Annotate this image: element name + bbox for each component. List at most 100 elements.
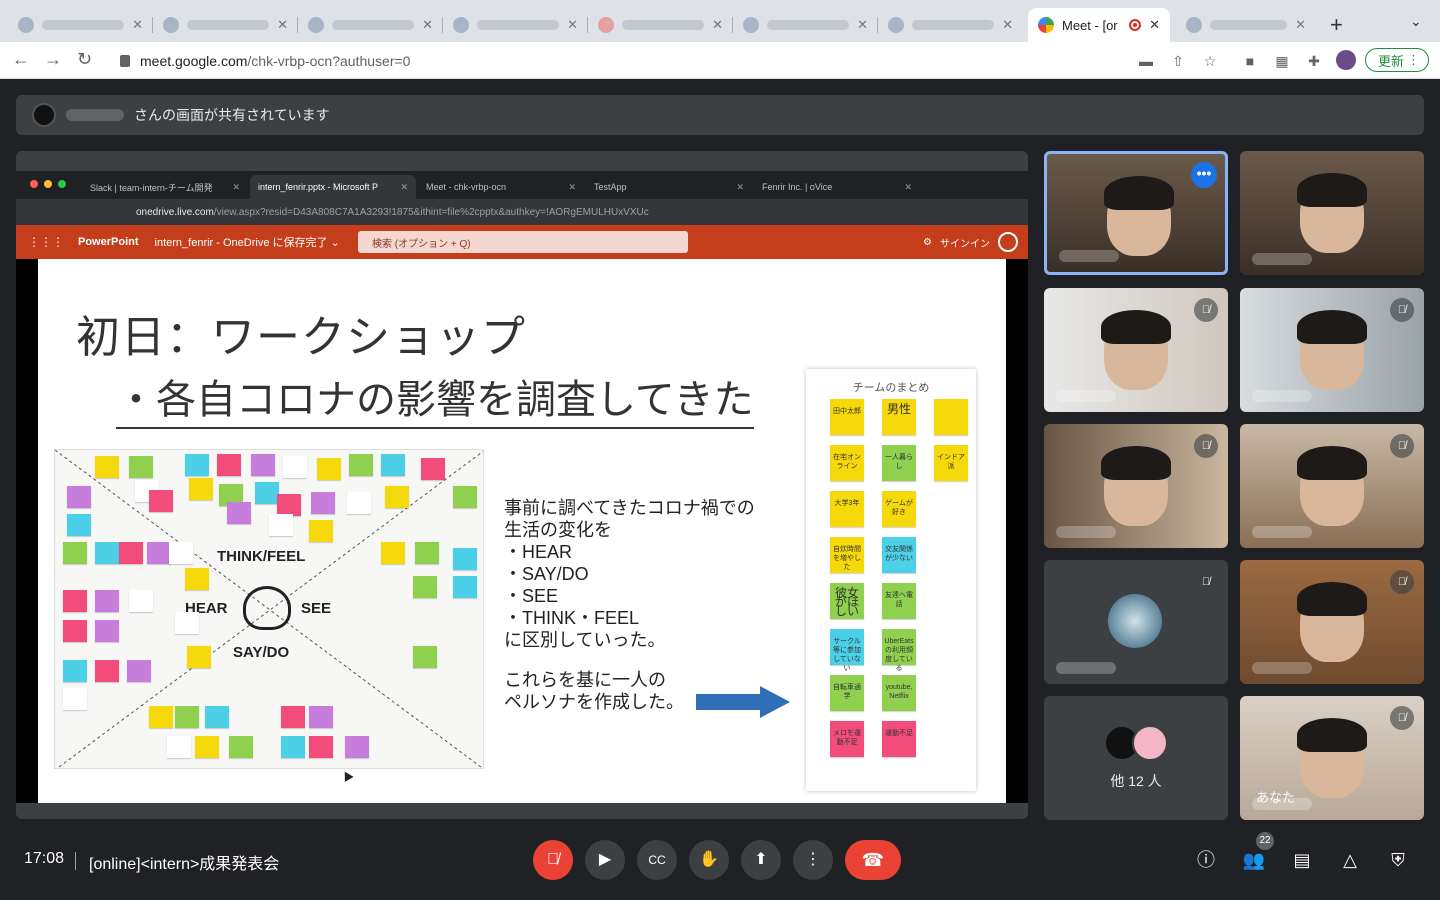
share-icon[interactable]: ⇧ (1170, 53, 1186, 69)
close-tab-icon[interactable]: ✕ (567, 17, 578, 33)
mic-muted-icon: 🎙̸ (1390, 706, 1414, 730)
browser-tab[interactable]: ✕ (8, 8, 153, 42)
participant-tile[interactable]: 🎙̸ あなた (1240, 696, 1424, 820)
menu-kebab-icon: ⋮ (1407, 52, 1420, 67)
new-tab-button[interactable]: + (1330, 12, 1343, 38)
participant-tile[interactable]: 🎙̸ (1044, 424, 1228, 548)
present-icon[interactable]: ⬆ (741, 840, 781, 880)
team-sticky-note (934, 399, 968, 435)
camera-icon[interactable]: ▶ (585, 840, 625, 880)
bookmark-star-icon[interactable]: ☆ (1202, 53, 1218, 69)
sticky-note (63, 542, 87, 564)
sticky-note (227, 502, 251, 524)
participant-tile[interactable]: 他 12 人 (1044, 696, 1228, 820)
sticky-note (381, 542, 405, 564)
slide-subtitle: ・各自コロナの影響を調査してきた (116, 367, 754, 429)
close-tab-icon[interactable]: ✕ (857, 17, 868, 33)
sticky-note (185, 454, 209, 476)
close-tab-icon[interactable]: ✕ (132, 17, 143, 33)
mic-muted-icon: 🎙̸ (1194, 570, 1218, 594)
close-tab-icon[interactable]: ✕ (712, 17, 723, 33)
chat-icon[interactable]: ▤ (1290, 848, 1314, 872)
browser-tab[interactable]: ✕ (588, 8, 733, 42)
raise-hand-icon[interactable]: ✋ (689, 840, 729, 880)
team-sticky-note: 在宅オンライン (830, 445, 864, 481)
sticky-note (149, 490, 173, 512)
participant-tile[interactable]: 🎙̸ (1044, 560, 1228, 684)
tab-search-button[interactable]: ⌄ (1410, 13, 1422, 30)
mic-off-icon[interactable]: 🎙̸ (533, 840, 573, 880)
participant-tile[interactable]: 🎙̸ (1240, 560, 1424, 684)
update-button[interactable]: 更新 ⋮ (1365, 48, 1429, 72)
favicon-icon (888, 17, 904, 33)
sticky-note (453, 548, 477, 570)
sticky-note (413, 576, 437, 598)
sticky-note (167, 736, 191, 758)
favicon-icon (308, 17, 324, 33)
camera-permission-icon[interactable]: ▬ (1138, 53, 1154, 69)
clock: 17:08 (24, 850, 65, 867)
close-tab-icon[interactable]: ✕ (1002, 17, 1013, 33)
end-call-icon[interactable]: ☎ (845, 840, 901, 880)
slide: 初日：ワークショップ ・各自コロナの影響を調査してきた THINK/FEEL H… (38, 259, 1006, 803)
meet-favicon-icon (1038, 17, 1054, 33)
back-icon[interactable]: ← (12, 49, 30, 70)
participant-name-blurred (1252, 253, 1312, 265)
team-sticky-note: 運動不足 (882, 721, 916, 757)
sticky-note (149, 706, 173, 728)
participant-tile[interactable]: 🎙̸ (1240, 424, 1424, 548)
close-tab-icon[interactable]: ✕ (1295, 17, 1306, 33)
url-text: meet.google.com/chk-vrbp-ocn?authuser=0 (140, 52, 411, 69)
extension-grid-icon[interactable]: ▦ (1274, 53, 1290, 69)
participant-tile[interactable]: ••• (1044, 151, 1228, 275)
sticky-note (229, 736, 253, 758)
browser-tab[interactable]: ✕ (878, 8, 1023, 42)
close-tab-icon[interactable]: ✕ (422, 17, 433, 33)
tab-title: Meet - [or (1062, 17, 1118, 33)
more-icon[interactable]: ⋮ (793, 840, 833, 880)
activities-icon[interactable]: △ (1338, 848, 1362, 872)
tile-options-button[interactable]: ••• (1191, 162, 1217, 188)
participant-tile[interactable]: 🎙̸ (1044, 288, 1228, 412)
extensions-puzzle-icon[interactable]: ✚ (1306, 53, 1322, 69)
close-tab-icon[interactable]: ✕ (1149, 17, 1160, 33)
sticky-note (119, 542, 143, 564)
participant-name: あなた (1256, 790, 1296, 805)
team-summary-board: チームのまとめ 田中太郎 男性 在宅オンライン 一人暮らし インドア派 大学3年 ゲームが好… (806, 369, 976, 791)
sticky-note (175, 612, 199, 634)
participant-tile[interactable]: 🎙̸ (1240, 288, 1424, 412)
brain-icon (243, 586, 291, 630)
shared-tab: Slack | team-intern-チーム開発 ✕ (90, 181, 240, 193)
people-icon[interactable]: 👥 (1242, 848, 1266, 872)
sticky-note (251, 454, 275, 476)
address-bar[interactable]: meet.google.com/chk-vrbp-ocn?authuser=0 (108, 46, 1228, 75)
host-controls-icon[interactable]: ⛨ (1386, 848, 1410, 872)
team-sticky-note: 田中太郎 (830, 399, 864, 435)
sticky-note (349, 454, 373, 476)
forward-icon[interactable]: → (44, 49, 62, 70)
extension-icon[interactable]: ■ (1242, 53, 1258, 69)
close-tab-icon[interactable]: ✕ (277, 17, 288, 33)
reload-icon[interactable]: ↻ (77, 49, 92, 70)
browser-tab[interactable]: ✕ (153, 8, 298, 42)
favicon-icon (453, 17, 469, 33)
profile-avatar[interactable] (1336, 50, 1356, 70)
captions-icon[interactable]: CC (637, 840, 677, 880)
info-icon[interactable]: ⓘ (1194, 848, 1218, 872)
team-sticky-note: UberEatsの利用頻度している (882, 629, 916, 672)
sticky-note (277, 494, 301, 516)
sticky-note (63, 660, 87, 682)
shared-tab: Meet - chk-vrbp-ocn ✕ (426, 181, 576, 193)
slide-body-2: これらを基に一人の ペルソナを作成した。 (504, 670, 684, 712)
browser-tab-active[interactable]: Meet - [or ✕ (1028, 8, 1170, 42)
sticky-note (95, 620, 119, 642)
browser-tab[interactable]: ✕ (733, 8, 878, 42)
browser-tab[interactable]: ✕ (1176, 8, 1316, 42)
browser-tab[interactable]: ✕ (298, 8, 443, 42)
participant-name-blurred (1059, 250, 1119, 262)
sticky-note (309, 520, 333, 542)
participant-tile[interactable] (1240, 151, 1424, 275)
team-sticky-note: インドア派 (934, 445, 968, 481)
browser-tab[interactable]: ✕ (443, 8, 588, 42)
shared-tab: TestApp ✕ (594, 181, 744, 193)
